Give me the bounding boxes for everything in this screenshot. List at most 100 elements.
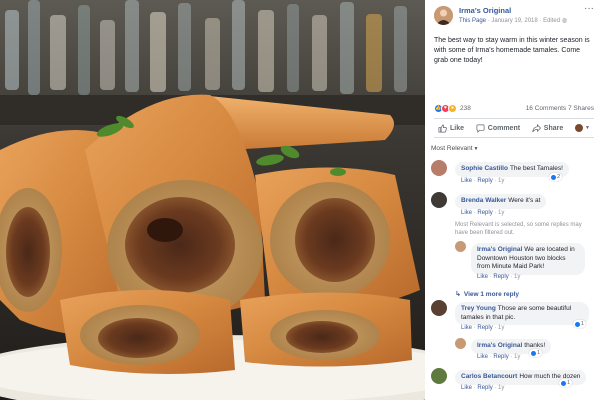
post-actions-bar: Like Comment Share ▼ (434, 118, 594, 138)
chevron-down-icon: ▼ (473, 146, 479, 152)
comment-text: The best Tamales! (509, 165, 563, 172)
comment-reaction-badge[interactable]: 2 (549, 173, 563, 181)
comment-item: Trey Young Those are some beautiful tamal… (431, 300, 596, 334)
post-text: The best way to stay warm in this winter… (434, 37, 590, 64)
comment-item: Carlos Betancourt How much the dozen 1 Li… (431, 368, 596, 400)
commenter-avatar[interactable] (431, 160, 447, 176)
globe-icon: ◍ (561, 18, 568, 24)
commenter-avatar[interactable] (431, 368, 447, 384)
comment-time[interactable]: 1y (498, 210, 504, 216)
like-button-label: Like (450, 124, 465, 132)
comment-like-link[interactable]: Like (461, 210, 472, 216)
comment-reply-link[interactable]: Reply (477, 178, 492, 184)
comment-author[interactable]: Trey Young (461, 305, 496, 312)
comment-reply-link[interactable]: Reply (477, 325, 492, 331)
comment-author[interactable]: Brenda Walker (461, 197, 506, 204)
post-date[interactable]: January 19, 2018 (491, 18, 537, 24)
reply-item: Irma's Original We are located in Downtow… (455, 241, 596, 286)
comment-actions: Like · Reply · 1y (477, 274, 521, 280)
tamales-photo-illustration (0, 0, 425, 400)
comment-reaction-count: 1 (537, 350, 541, 356)
comment-reaction-badge[interactable]: 1 (529, 349, 543, 357)
facebook-post-panel: Irma's Original This Page · January 19, … (425, 0, 600, 400)
commenter-avatar[interactable] (431, 192, 447, 208)
like-reaction-icon (531, 350, 536, 356)
comment-reply-link[interactable]: Reply (493, 354, 508, 360)
share-button-label: Share (543, 124, 564, 132)
reply-bubble: Irma's Original We are located in Downtow… (471, 243, 585, 275)
more-replies-label: View 1 more reply (463, 290, 520, 298)
comment-like-link[interactable]: Like (461, 385, 472, 391)
reactions-row: 👍 ♥ ● 238 16 Comments 7 Shares (434, 102, 594, 114)
comment-text: How much the dozen (519, 373, 581, 380)
replier-avatar[interactable] (455, 241, 466, 252)
comment-share-counts: 16 Comments 7 Shares (526, 105, 594, 112)
comment-actions: Like · Reply · 1y (461, 210, 505, 216)
share-button[interactable]: Share (532, 123, 564, 133)
edited-label[interactable]: Edited (543, 18, 560, 24)
tamales-photo (0, 0, 425, 400)
comment-actions: Like · Reply · 1y (461, 178, 505, 184)
reaction-count[interactable]: 238 (460, 105, 471, 112)
comment-like-link[interactable]: Like (477, 354, 488, 360)
more-dots-icon[interactable]: ··· (584, 3, 594, 14)
view-more-replies-link[interactable]: ↳ View 1 more reply (455, 290, 520, 299)
comment-reaction-count: 1 (567, 380, 571, 386)
reaction-icons[interactable]: 👍 ♥ ● (434, 103, 457, 113)
comment-reply-link[interactable]: Reply (493, 274, 508, 280)
comment-reply-link[interactable]: Reply (477, 210, 492, 216)
comment-reaction-badge[interactable]: 1 (559, 379, 573, 387)
comment-actions: Like · Reply · 1y (461, 385, 505, 391)
comment-actions: Like · Reply · 1y (461, 325, 505, 331)
comment-bubble: Trey Young Those are some beautiful tamal… (455, 302, 589, 325)
comment-text: thanks! (524, 342, 546, 349)
page-avatar-image (434, 6, 453, 25)
comment-item: Sophie Castillo The best Tamales! 2 Like … (431, 160, 596, 190)
reply-item: Irma's Original thanks! 1 Like · Reply · … (455, 338, 596, 362)
dropdown-caret-icon: ▼ (585, 125, 590, 131)
comment-author[interactable]: Carlos Betancourt (461, 373, 517, 380)
comment-text: Were it's at (508, 197, 541, 204)
post-as-selector[interactable]: ▼ (575, 124, 590, 132)
shares-count[interactable]: 7 Shares (568, 105, 594, 112)
comment-like-link[interactable]: Like (461, 178, 472, 184)
page-name[interactable]: Irma's Original (459, 6, 600, 15)
comment-time[interactable]: 1y (498, 178, 504, 184)
filter-note: Most Relevant is selected, so some repli… (455, 222, 582, 236)
comment-reaction-count: 1 (581, 321, 585, 327)
page-avatar[interactable] (434, 6, 453, 25)
wow-reaction-icon: ● (448, 103, 457, 113)
comment-time[interactable]: 1y (498, 385, 504, 391)
comment-time[interactable]: 1y (514, 274, 520, 280)
sort-label: Most Relevant (431, 145, 473, 152)
comment-reply-link[interactable]: Reply (477, 385, 492, 391)
share-arrow-icon (532, 123, 541, 132)
commenter-avatar[interactable] (431, 300, 447, 316)
comment-bubble: Brenda Walker Were it's at (455, 194, 547, 209)
comment-reaction-badge[interactable]: 1 (573, 320, 587, 328)
comment-reaction-count: 2 (557, 174, 561, 180)
post-as-avatar (575, 124, 584, 132)
replier-avatar[interactable] (455, 338, 466, 349)
comment-like-link[interactable]: Like (477, 274, 488, 280)
reply-arrow-icon: ↳ (455, 291, 461, 298)
comment-button[interactable]: Comment (476, 124, 520, 133)
comment-time[interactable]: 1y (498, 325, 504, 331)
post-meta: This Page · January 19, 2018 · Edited ◍ (459, 17, 600, 24)
comment-author[interactable]: Irma's Original (477, 246, 522, 253)
comment-sort-dropdown[interactable]: Most Relevant▼ (431, 145, 479, 152)
comment-like-link[interactable]: Like (461, 325, 472, 331)
comment-author[interactable]: Irma's Original (477, 342, 522, 349)
like-reaction-icon (551, 174, 556, 180)
this-page-link[interactable]: This Page (459, 18, 486, 24)
comment-time[interactable]: 1y (514, 354, 520, 360)
post-header: Irma's Original This Page · January 19, … (425, 0, 600, 30)
thumbs-up-icon (438, 124, 447, 132)
comment-author[interactable]: Sophie Castillo (461, 165, 508, 172)
comments-count[interactable]: 16 Comments (526, 105, 566, 112)
comment-icon (476, 124, 485, 133)
like-reaction-icon (561, 380, 566, 386)
comment-button-label: Comment (487, 124, 521, 132)
comment-item: Brenda Walker Were it's at Like · Reply ·… (431, 192, 596, 220)
like-button[interactable]: Like (438, 124, 464, 133)
